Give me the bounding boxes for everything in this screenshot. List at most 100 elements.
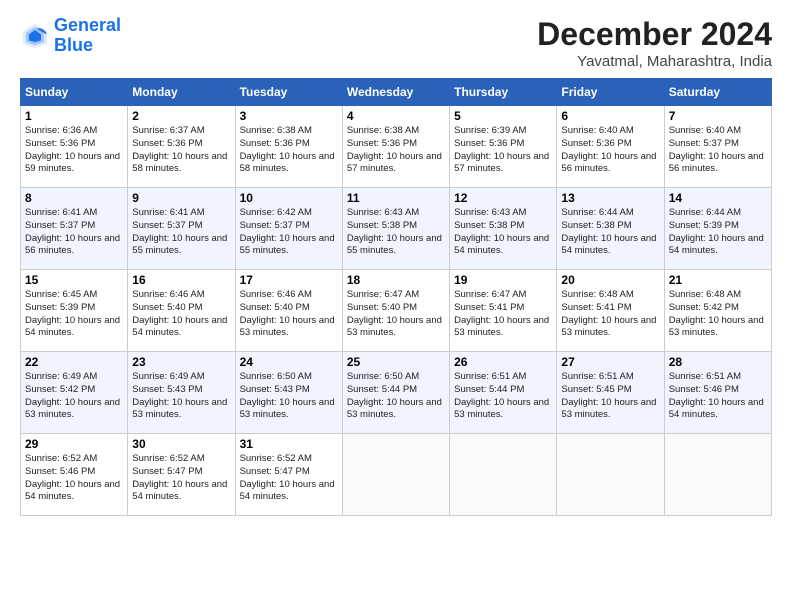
day-info: Sunrise: 6:50 AMSunset: 5:44 PMDaylight:…	[347, 371, 445, 422]
day-number: 8	[25, 191, 123, 205]
day-number: 6	[561, 109, 659, 123]
calendar-cell: 5Sunrise: 6:39 AMSunset: 5:36 PMDaylight…	[450, 106, 557, 188]
day-info: Sunrise: 6:46 AMSunset: 5:40 PMDaylight:…	[132, 289, 230, 340]
day-info: Sunrise: 6:44 AMSunset: 5:38 PMDaylight:…	[561, 207, 659, 258]
day-number: 30	[132, 437, 230, 451]
calendar-cell: 30 Sunrise: 6:52 AMSunset: 5:47 PMDayligh…	[128, 434, 235, 516]
calendar-cell: 17 Sunrise: 6:46 AMSunset: 5:40 PMDayligh…	[235, 270, 342, 352]
day-info: Sunrise: 6:51 AMSunset: 5:46 PMDaylight:…	[669, 371, 767, 422]
column-header-thursday: Thursday	[450, 79, 557, 106]
day-number: 18	[347, 273, 445, 287]
calendar-cell: 7Sunrise: 6:40 AMSunset: 5:37 PMDaylight…	[664, 106, 771, 188]
calendar-cell: 21 Sunrise: 6:48 AMSunset: 5:42 PMDayligh…	[664, 270, 771, 352]
day-number: 26	[454, 355, 552, 369]
calendar-cell: 20 Sunrise: 6:48 AMSunset: 5:41 PMDayligh…	[557, 270, 664, 352]
calendar-cell: 19Sunrise: 6:47 AMSunset: 5:41 PMDayligh…	[450, 270, 557, 352]
calendar-cell: 10Sunrise: 6:42 AMSunset: 5:37 PMDayligh…	[235, 188, 342, 270]
calendar-week-5: 29Sunrise: 6:52 AMSunset: 5:46 PMDayligh…	[21, 434, 772, 516]
day-info: Sunrise: 6:51 AMSunset: 5:45 PMDaylight:…	[561, 371, 659, 422]
calendar-cell: 27 Sunrise: 6:51 AMSunset: 5:45 PMDayligh…	[557, 352, 664, 434]
calendar-cell: 9 Sunrise: 6:41 AMSunset: 5:37 PMDaylight…	[128, 188, 235, 270]
day-info: Sunrise: 6:49 AMSunset: 5:43 PMDaylight:…	[132, 371, 230, 422]
day-info: Sunrise: 6:50 AMSunset: 5:43 PMDaylight:…	[240, 371, 338, 422]
logo: General Blue	[20, 16, 121, 56]
day-number: 2	[132, 109, 230, 123]
calendar-body: 1 Sunrise: 6:36 AMSunset: 5:36 PMDaylight…	[21, 106, 772, 516]
day-number: 20	[561, 273, 659, 287]
calendar-cell: 3 Sunrise: 6:38 AMSunset: 5:36 PMDaylight…	[235, 106, 342, 188]
calendar-cell	[450, 434, 557, 516]
calendar-week-4: 22 Sunrise: 6:49 AMSunset: 5:42 PMDayligh…	[21, 352, 772, 434]
calendar-cell	[342, 434, 449, 516]
column-header-wednesday: Wednesday	[342, 79, 449, 106]
day-info: Sunrise: 6:38 AMSunset: 5:36 PMDaylight:…	[347, 125, 445, 176]
calendar-cell: 13 Sunrise: 6:44 AMSunset: 5:38 PMDayligh…	[557, 188, 664, 270]
calendar-cell: 14 Sunrise: 6:44 AMSunset: 5:39 PMDayligh…	[664, 188, 771, 270]
day-number: 15	[25, 273, 123, 287]
calendar-cell: 25 Sunrise: 6:50 AMSunset: 5:44 PMDayligh…	[342, 352, 449, 434]
day-info: Sunrise: 6:48 AMSunset: 5:41 PMDaylight:…	[561, 289, 659, 340]
calendar-cell: 22 Sunrise: 6:49 AMSunset: 5:42 PMDayligh…	[21, 352, 128, 434]
day-info: Sunrise: 6:36 AMSunset: 5:36 PMDaylight:…	[25, 125, 123, 176]
day-number: 28	[669, 355, 767, 369]
calendar-cell: 11Sunrise: 6:43 AMSunset: 5:38 PMDayligh…	[342, 188, 449, 270]
calendar-cell: 6 Sunrise: 6:40 AMSunset: 5:36 PMDaylight…	[557, 106, 664, 188]
day-info: Sunrise: 6:37 AMSunset: 5:36 PMDaylight:…	[132, 125, 230, 176]
day-number: 9	[132, 191, 230, 205]
calendar-week-3: 15 Sunrise: 6:45 AMSunset: 5:39 PMDayligh…	[21, 270, 772, 352]
calendar-header: SundayMondayTuesdayWednesdayThursdayFrid…	[21, 79, 772, 106]
calendar-cell: 12 Sunrise: 6:43 AMSunset: 5:38 PMDayligh…	[450, 188, 557, 270]
day-info: Sunrise: 6:43 AMSunset: 5:38 PMDaylight:…	[347, 207, 445, 258]
day-number: 16	[132, 273, 230, 287]
location: Yavatmal, Maharashtra, India	[537, 53, 772, 70]
day-number: 14	[669, 191, 767, 205]
day-info: Sunrise: 6:44 AMSunset: 5:39 PMDaylight:…	[669, 207, 767, 258]
day-number: 22	[25, 355, 123, 369]
page: General Blue December 2024 Yavatmal, Mah…	[0, 0, 792, 532]
calendar-week-1: 1 Sunrise: 6:36 AMSunset: 5:36 PMDaylight…	[21, 106, 772, 188]
month-title: December 2024	[537, 16, 772, 53]
day-info: Sunrise: 6:38 AMSunset: 5:36 PMDaylight:…	[240, 125, 338, 176]
day-number: 3	[240, 109, 338, 123]
calendar-cell: 24 Sunrise: 6:50 AMSunset: 5:43 PMDayligh…	[235, 352, 342, 434]
day-number: 24	[240, 355, 338, 369]
day-info: Sunrise: 6:43 AMSunset: 5:38 PMDaylight:…	[454, 207, 552, 258]
day-number: 27	[561, 355, 659, 369]
calendar-cell: 2 Sunrise: 6:37 AMSunset: 5:36 PMDaylight…	[128, 106, 235, 188]
column-header-friday: Friday	[557, 79, 664, 106]
calendar-cell: 26Sunrise: 6:51 AMSunset: 5:44 PMDayligh…	[450, 352, 557, 434]
calendar-cell: 4Sunrise: 6:38 AMSunset: 5:36 PMDaylight…	[342, 106, 449, 188]
column-header-tuesday: Tuesday	[235, 79, 342, 106]
day-info: Sunrise: 6:47 AMSunset: 5:40 PMDaylight:…	[347, 289, 445, 340]
column-header-sunday: Sunday	[21, 79, 128, 106]
day-number: 13	[561, 191, 659, 205]
calendar-cell	[557, 434, 664, 516]
day-number: 12	[454, 191, 552, 205]
day-number: 25	[347, 355, 445, 369]
logo-text-line2: Blue	[54, 36, 121, 56]
calendar-cell	[664, 434, 771, 516]
title-block: December 2024 Yavatmal, Maharashtra, Ind…	[537, 16, 772, 70]
day-info: Sunrise: 6:40 AMSunset: 5:36 PMDaylight:…	[561, 125, 659, 176]
calendar-table: SundayMondayTuesdayWednesdayThursdayFrid…	[20, 78, 772, 516]
day-number: 23	[132, 355, 230, 369]
day-number: 17	[240, 273, 338, 287]
calendar-cell: 28 Sunrise: 6:51 AMSunset: 5:46 PMDayligh…	[664, 352, 771, 434]
column-header-saturday: Saturday	[664, 79, 771, 106]
day-number: 1	[25, 109, 123, 123]
day-info: Sunrise: 6:41 AMSunset: 5:37 PMDaylight:…	[25, 207, 123, 258]
day-info: Sunrise: 6:42 AMSunset: 5:37 PMDaylight:…	[240, 207, 338, 258]
day-info: Sunrise: 6:46 AMSunset: 5:40 PMDaylight:…	[240, 289, 338, 340]
day-info: Sunrise: 6:41 AMSunset: 5:37 PMDaylight:…	[132, 207, 230, 258]
calendar-cell: 29Sunrise: 6:52 AMSunset: 5:46 PMDayligh…	[21, 434, 128, 516]
day-info: Sunrise: 6:48 AMSunset: 5:42 PMDaylight:…	[669, 289, 767, 340]
day-info: Sunrise: 6:49 AMSunset: 5:42 PMDaylight:…	[25, 371, 123, 422]
calendar-cell: 8 Sunrise: 6:41 AMSunset: 5:37 PMDaylight…	[21, 188, 128, 270]
day-info: Sunrise: 6:45 AMSunset: 5:39 PMDaylight:…	[25, 289, 123, 340]
day-number: 5	[454, 109, 552, 123]
day-number: 19	[454, 273, 552, 287]
day-info: Sunrise: 6:52 AMSunset: 5:47 PMDaylight:…	[132, 453, 230, 504]
column-header-monday: Monday	[128, 79, 235, 106]
day-info: Sunrise: 6:52 AMSunset: 5:47 PMDaylight:…	[240, 453, 338, 504]
day-number: 21	[669, 273, 767, 287]
